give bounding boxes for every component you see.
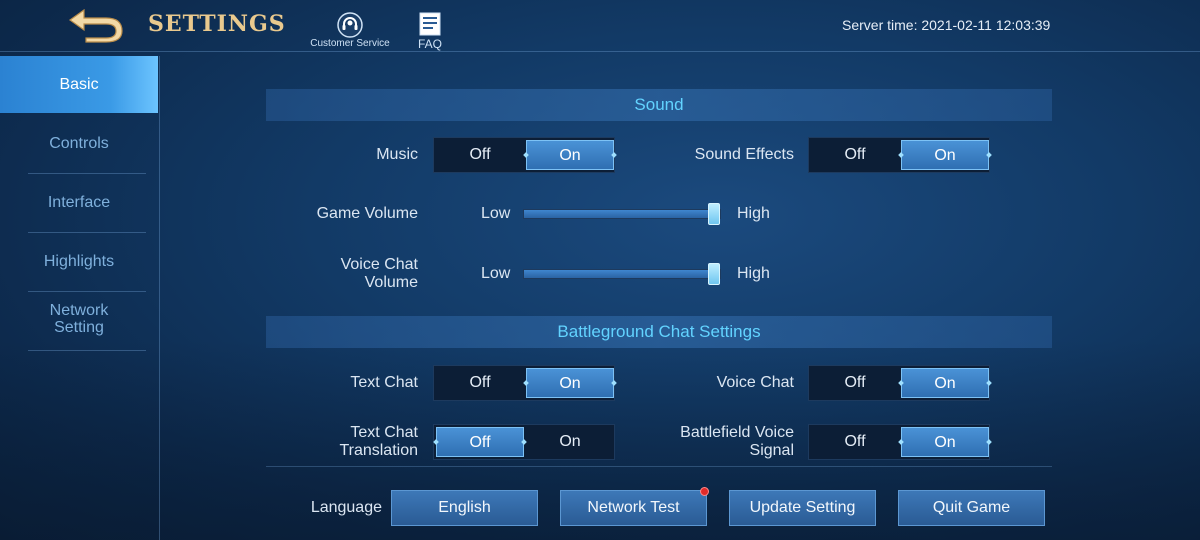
battlefield-voice-signal-label: Battlefield Voice Signal <box>680 424 794 459</box>
battlefield-voice-signal-on-option[interactable]: On <box>901 427 989 457</box>
text-chat-translation-toggle[interactable]: Off On <box>433 424 615 460</box>
sound-effects-label: Sound Effects <box>694 146 794 163</box>
voice-chat-volume-low-label: Low <box>481 265 511 282</box>
battlefield-voice-signal-off-option[interactable]: Off <box>811 427 899 457</box>
voice-chat-volume-slider[interactable] <box>523 263 721 285</box>
sound-effects-off-option[interactable]: Off <box>811 140 899 170</box>
text-chat-off-option[interactable]: Off <box>436 368 524 398</box>
voice-chat-volume-label: Voice Chat Volume <box>340 256 418 291</box>
headset-icon <box>337 12 363 38</box>
sidebar-item-highlights[interactable]: Highlights <box>0 233 158 291</box>
customer-service-label: Customer Service <box>310 38 390 49</box>
language-button[interactable]: English <box>391 490 538 526</box>
sidebar-item-interface[interactable]: Interface <box>0 174 158 232</box>
footer-divider <box>266 466 1052 467</box>
faq-button[interactable]: FAQ <box>412 10 448 52</box>
notification-dot <box>700 487 709 496</box>
sound-section-header: Sound <box>266 89 1052 121</box>
text-chat-translation-label: Text Chat Translation <box>339 424 418 459</box>
quit-game-button[interactable]: Quit Game <box>898 490 1045 526</box>
sidebar-divider <box>28 350 146 351</box>
music-off-option[interactable]: Off <box>436 140 524 170</box>
game-volume-slider[interactable] <box>523 203 721 225</box>
music-toggle[interactable]: Off On <box>433 137 615 173</box>
top-bar: SETTINGS Customer Service FAQ Server tim… <box>0 0 1200 52</box>
sidebar-item-label: Basic <box>59 76 99 93</box>
text-chat-translation-off-option[interactable]: Off <box>436 427 524 457</box>
text-chat-on-option[interactable]: On <box>526 368 614 398</box>
sidebar-item-label: Controls <box>49 135 109 152</box>
update-setting-button[interactable]: Update Setting <box>729 490 876 526</box>
server-time-text: Server time: 2021-02-11 12:03:39 <box>842 17 1051 33</box>
language-label: Language <box>310 499 382 516</box>
music-label: Music <box>376 146 418 163</box>
sidebar-item-label: Highlights <box>43 253 115 270</box>
music-on-option[interactable]: On <box>526 140 614 170</box>
sidebar: Basic Controls Interface Highlights Netw… <box>0 56 160 540</box>
game-volume-thumb[interactable] <box>708 203 720 225</box>
game-volume-low-label: Low <box>481 205 511 222</box>
voice-chat-toggle[interactable]: Off On <box>808 365 990 401</box>
sound-effects-on-option[interactable]: On <box>901 140 989 170</box>
text-chat-label: Text Chat <box>350 374 418 391</box>
back-button[interactable] <box>66 6 128 44</box>
text-chat-toggle[interactable]: Off On <box>433 365 615 401</box>
sidebar-divider <box>28 291 146 292</box>
faq-label: FAQ <box>417 37 442 51</box>
back-arrow-icon <box>68 8 123 43</box>
server-time: Server time: 2021-02-11 12:03:39 <box>842 17 1050 33</box>
customer-service-button[interactable]: Customer Service <box>304 10 396 52</box>
voice-chat-label: Voice Chat <box>716 374 794 391</box>
text-chat-translation-on-option[interactable]: On <box>526 427 614 457</box>
sidebar-item-network-setting[interactable]: Network Setting <box>0 302 158 344</box>
sidebar-item-basic[interactable]: Basic <box>0 56 158 113</box>
voice-chat-volume-fill <box>524 270 720 278</box>
network-test-button[interactable]: Network Test <box>560 490 707 526</box>
battleground-chat-section-header: Battleground Chat Settings <box>266 316 1052 348</box>
voice-chat-volume-thumb[interactable] <box>708 263 720 285</box>
sidebar-item-label: Network Setting <box>49 302 109 336</box>
document-icon <box>419 12 441 36</box>
game-volume-fill <box>524 210 720 218</box>
battlefield-voice-signal-toggle[interactable]: Off On <box>808 424 990 460</box>
page-title: SETTINGS <box>148 11 286 37</box>
voice-chat-off-option[interactable]: Off <box>811 368 899 398</box>
voice-chat-volume-high-label: High <box>737 265 770 282</box>
sound-effects-toggle[interactable]: Off On <box>808 137 990 173</box>
sidebar-item-label: Interface <box>47 194 111 211</box>
game-volume-high-label: High <box>737 205 770 222</box>
sidebar-item-controls[interactable]: Controls <box>0 115 158 173</box>
game-volume-label: Game Volume <box>316 205 418 222</box>
voice-chat-on-option[interactable]: On <box>901 368 989 398</box>
